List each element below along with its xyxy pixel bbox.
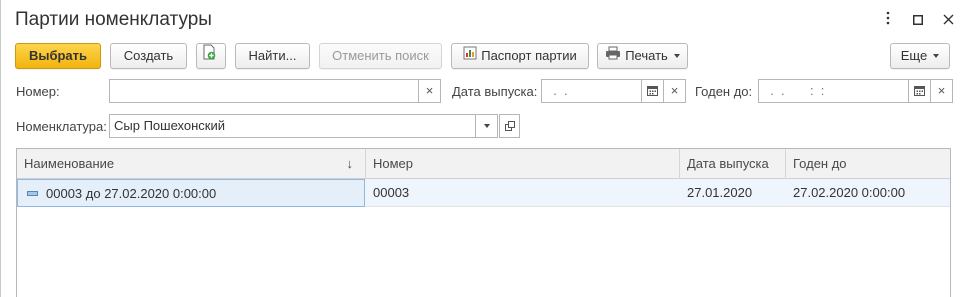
more-label: Еще xyxy=(900,48,928,63)
number-clear-button[interactable]: × xyxy=(419,79,441,103)
more-vertical-icon[interactable] xyxy=(878,10,898,30)
column-header-name[interactable]: Наименование ↓ xyxy=(17,149,366,179)
chevron-down-icon[interactable] xyxy=(476,114,498,138)
batches-window: Партии номенклатуры Выбрать Создать Найт… xyxy=(0,0,970,297)
table-header: Наименование ↓ Номер Дата выпуска Годен … xyxy=(17,149,950,179)
report-icon xyxy=(463,44,477,68)
cell-release-date: 27.01.2020 xyxy=(687,185,753,200)
column-header-valid-until[interactable]: Годен до xyxy=(786,149,952,179)
print-button[interactable]: Печать xyxy=(597,43,688,69)
cell-number: 00003 xyxy=(373,185,410,200)
number-field[interactable] xyxy=(109,79,419,103)
column-header-number[interactable]: Номер xyxy=(366,149,680,179)
sort-desc-icon: ↓ xyxy=(346,156,354,171)
release-date-label: Дата выпуска: xyxy=(452,84,538,99)
table-row[interactable]: 00003 до 27.02.2020 0:00:00 00003 27.01.… xyxy=(17,179,950,207)
more-button[interactable]: Еще xyxy=(890,43,950,69)
cell-name: 00003 до 27.02.2020 0:00:00 xyxy=(17,179,365,207)
print-label: Печать xyxy=(625,48,668,63)
number-label: Номер: xyxy=(16,84,60,99)
calendar-icon[interactable] xyxy=(642,79,664,103)
batch-item-icon xyxy=(27,191,38,197)
copy-button[interactable] xyxy=(196,43,226,69)
batches-table: Наименование ↓ Номер Дата выпуска Годен … xyxy=(16,148,951,297)
valid-until-label: Годен до: xyxy=(695,84,753,99)
batch-passport-label: Паспорт партии xyxy=(481,48,577,63)
valid-until-clear-button[interactable]: × xyxy=(931,79,953,103)
chevron-down-icon xyxy=(933,53,940,58)
maximize-icon[interactable] xyxy=(908,10,928,30)
release-date-clear-button[interactable]: × xyxy=(664,79,686,103)
open-link-icon[interactable] xyxy=(499,114,520,138)
cell-valid-until: 27.02.2020 0:00:00 xyxy=(793,185,906,200)
create-button[interactable]: Создать xyxy=(110,43,187,69)
release-date-field[interactable]: . . xyxy=(541,79,642,103)
find-button[interactable]: Найти... xyxy=(235,43,310,69)
select-button[interactable]: Выбрать xyxy=(15,43,101,69)
add-copy-icon xyxy=(202,44,216,68)
printer-icon xyxy=(605,44,621,68)
window-title: Партии номенклатуры xyxy=(15,9,212,30)
close-icon[interactable] xyxy=(938,10,958,30)
nomenclature-field[interactable]: Сыр Пошехонский xyxy=(109,114,476,138)
calendar-icon[interactable] xyxy=(909,79,931,103)
cancel-search-button[interactable]: Отменить поиск xyxy=(319,43,442,69)
chevron-down-icon xyxy=(673,53,680,58)
column-header-release-date[interactable]: Дата выпуска xyxy=(680,149,786,179)
valid-until-field[interactable]: . . : : xyxy=(758,79,909,103)
nomenclature-label: Номенклатура: xyxy=(16,119,107,134)
batch-passport-button[interactable]: Паспорт партии xyxy=(451,43,589,69)
